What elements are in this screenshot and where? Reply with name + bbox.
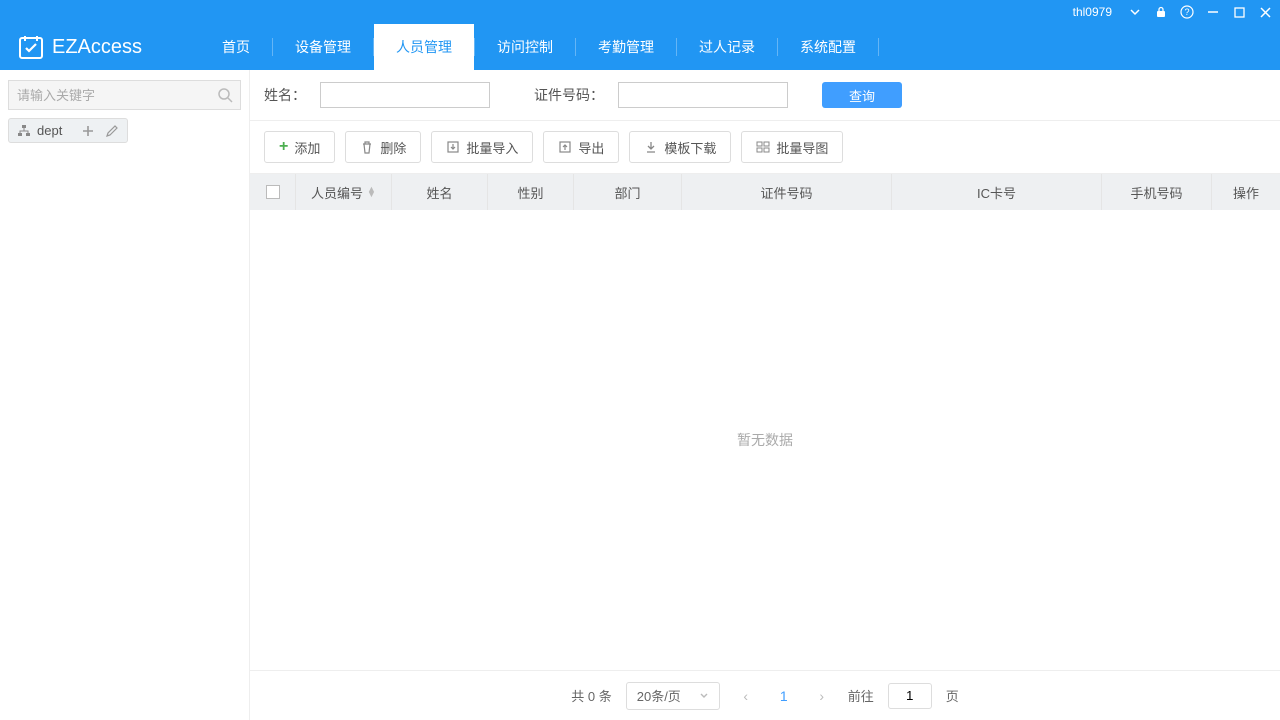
nav-home[interactable]: 首页 (200, 24, 272, 70)
app-logo: EZAccess (0, 34, 160, 60)
goto-label: 前往 (848, 686, 874, 705)
next-page-button[interactable]: › (810, 684, 834, 708)
page-number[interactable]: 1 (772, 684, 796, 708)
template-button[interactable]: 模板下载 (629, 131, 731, 163)
col-ic: IC卡号 (892, 174, 1102, 210)
chevron-down-icon[interactable] (1128, 5, 1142, 19)
title-bar: thl0979 ? (0, 0, 1280, 24)
filter-bar: 姓名： 证件号码： 查询 (250, 70, 1280, 121)
trash-icon (360, 140, 374, 154)
nav-tabs: 首页 设备管理 人员管理 访问控制 考勤管理 过人记录 系统配置 (200, 24, 879, 70)
name-field[interactable] (320, 82, 490, 108)
calendar-check-icon (18, 34, 44, 60)
image-grid-icon (756, 140, 770, 154)
tree-root-label: dept (37, 123, 62, 138)
col-phone: 手机号码 (1102, 174, 1212, 210)
table-body: 暂无数据 (250, 210, 1280, 670)
total-text: 共 0 条 (571, 686, 612, 705)
nav-device[interactable]: 设备管理 (273, 24, 373, 70)
svg-text:?: ? (1184, 7, 1189, 17)
checkbox-icon[interactable] (266, 185, 280, 199)
edit-dept-icon[interactable] (105, 124, 119, 138)
sidebar-search (8, 80, 241, 110)
col-id[interactable]: 人员编号▲▼ (296, 174, 392, 210)
goto-suffix: 页 (946, 686, 959, 705)
org-icon (17, 124, 31, 138)
name-label: 姓名： (264, 85, 306, 105)
download-icon (644, 140, 658, 154)
sidebar: dept (0, 70, 250, 720)
nav-sysconfig[interactable]: 系统配置 (778, 24, 878, 70)
col-dept: 部门 (574, 174, 682, 210)
tree-root[interactable]: dept (8, 118, 128, 143)
import-icon (446, 140, 460, 154)
help-icon[interactable]: ? (1180, 5, 1194, 19)
col-checkbox[interactable] (250, 174, 296, 210)
pagination: 共 0 条 20条/页 ‹ 1 › 前往 页 (250, 670, 1280, 720)
chevron-down-icon (699, 691, 709, 701)
table-header: 人员编号▲▼ 姓名 性别 部门 证件号码 IC卡号 手机号码 操作 (250, 174, 1280, 210)
col-name: 姓名 (392, 174, 488, 210)
nav-passrec[interactable]: 过人记录 (677, 24, 777, 70)
minimize-icon[interactable] (1206, 5, 1220, 19)
batch-img-button[interactable]: 批量导图 (741, 131, 843, 163)
col-op: 操作 (1212, 174, 1280, 210)
query-button[interactable]: 查询 (822, 82, 902, 108)
add-button[interactable]: +添加 (264, 131, 335, 163)
search-input[interactable] (8, 80, 241, 110)
empty-text: 暂无数据 (737, 430, 793, 450)
sort-icon: ▲▼ (367, 187, 376, 197)
nav-personnel[interactable]: 人员管理 (374, 24, 474, 70)
page-size-select[interactable]: 20条/页 (626, 682, 720, 710)
toolbar: +添加 删除 批量导入 导出 模板下载 批量导图 (250, 121, 1280, 173)
goto-input[interactable] (888, 683, 932, 709)
export-button[interactable]: 导出 (543, 131, 619, 163)
search-icon[interactable] (217, 87, 233, 103)
cert-label: 证件号码： (534, 85, 604, 105)
data-table: 人员编号▲▼ 姓名 性别 部门 证件号码 IC卡号 手机号码 操作 暂无数据 (250, 173, 1280, 670)
add-dept-icon[interactable] (81, 124, 95, 138)
import-button[interactable]: 批量导入 (431, 131, 533, 163)
close-icon[interactable] (1258, 5, 1272, 19)
main-panel: 姓名： 证件号码： 查询 +添加 删除 批量导入 导出 模板下载 批量导图 人员… (250, 70, 1280, 720)
header: EZAccess 首页 设备管理 人员管理 访问控制 考勤管理 过人记录 系统配… (0, 24, 1280, 70)
maximize-icon[interactable] (1232, 5, 1246, 19)
lock-icon[interactable] (1154, 5, 1168, 19)
nav-access[interactable]: 访问控制 (475, 24, 575, 70)
col-sex: 性别 (488, 174, 574, 210)
col-cert: 证件号码 (682, 174, 892, 210)
app-name: EZAccess (52, 36, 142, 59)
delete-button[interactable]: 删除 (345, 131, 421, 163)
nav-attendance[interactable]: 考勤管理 (576, 24, 676, 70)
prev-page-button[interactable]: ‹ (734, 684, 758, 708)
user-name: thl0979 (1073, 5, 1112, 19)
cert-field[interactable] (618, 82, 788, 108)
plus-icon: + (279, 138, 288, 156)
export-icon (558, 140, 572, 154)
